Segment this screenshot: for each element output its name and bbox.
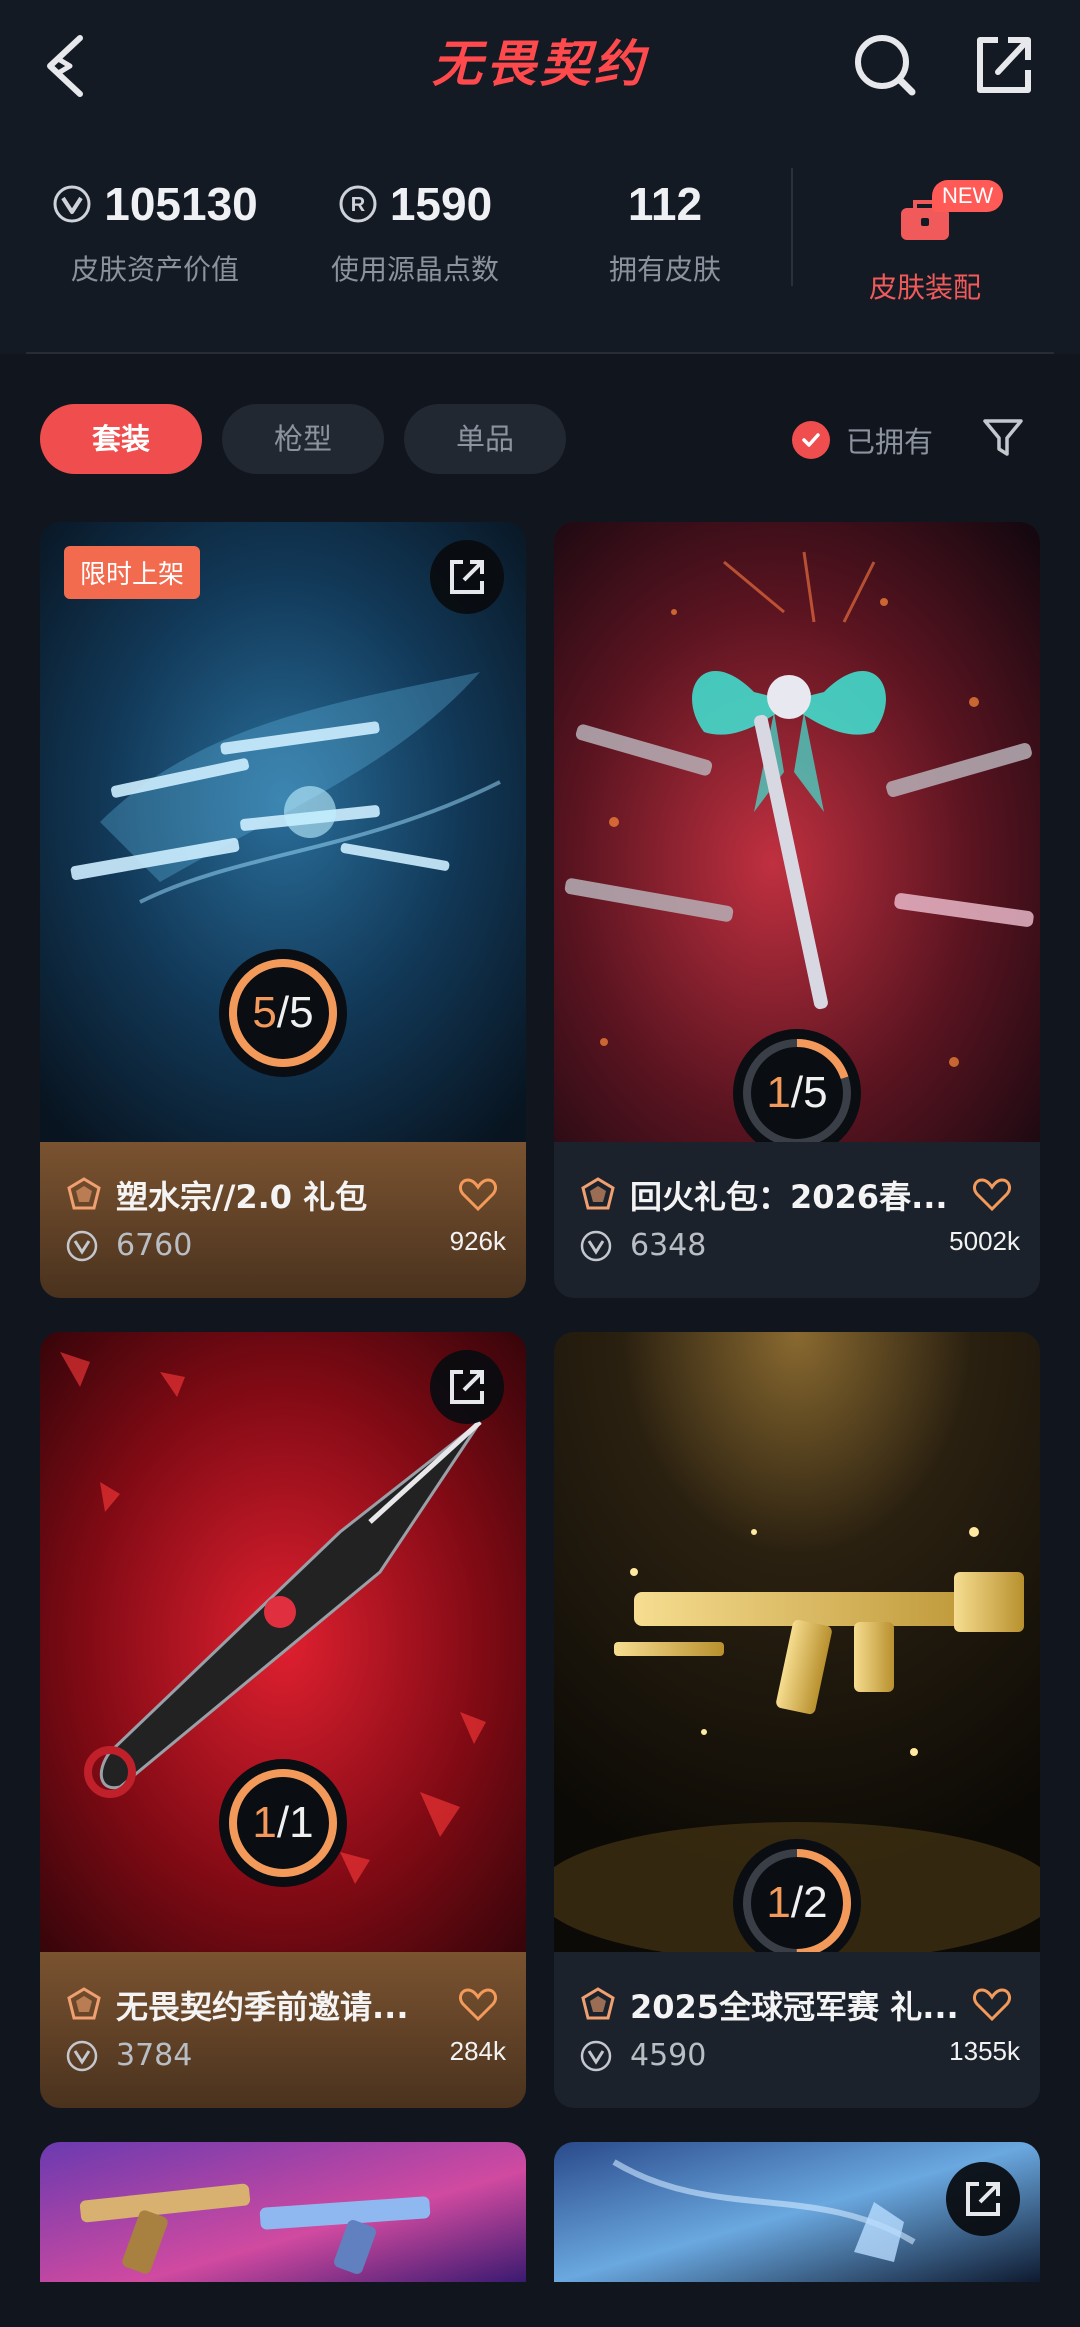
tier-badge-icon <box>581 1177 615 1210</box>
bundle-card[interactable] <box>554 2142 1040 2282</box>
top-bar: 无畏契约 <box>0 0 1080 132</box>
radianite-stat: R 1590 使用源晶点数 <box>300 172 530 288</box>
tier-badge-icon <box>67 1987 101 2020</box>
collection-progress-ring: 1/5 <box>729 1025 865 1161</box>
asset-value-label: 皮肤资产价值 <box>70 253 239 286</box>
bundle-artwork-image <box>40 2142 526 2282</box>
new-badge: NEW <box>932 180 1004 212</box>
bundle-card[interactable]: 1/2 2025全球冠军赛 礼... 4590 1355k <box>554 1332 1040 2108</box>
bundle-name: 回火礼包：2026春... <box>630 1178 948 1216</box>
stats-panel: 105130 皮肤资产价值 R 1590 使用源晶点数 112 拥有皮肤 NEW… <box>0 132 1080 354</box>
filter-funnel-icon[interactable] <box>980 414 1026 460</box>
tier-badge-icon <box>581 1987 615 2020</box>
back-arrow-icon[interactable] <box>36 30 100 102</box>
checkmark-icon <box>792 421 830 459</box>
card-info: 2025全球冠军赛 礼... 4590 1355k <box>554 1952 1040 2108</box>
valorant-point-icon <box>53 185 91 223</box>
bundle-price: 6760 <box>116 1228 193 1263</box>
owned-toggle[interactable]: 已拥有 <box>792 418 933 462</box>
bundle-card[interactable]: 限时上架 5/5 塑水宗//2.0 礼包 6760 926k <box>40 522 526 1298</box>
progress-count: 5/5 <box>252 988 314 1037</box>
card-info: 回火礼包：2026春... 6348 5002k <box>554 1142 1040 1298</box>
valorant-point-icon <box>580 2040 612 2072</box>
owned-label: 已拥有 <box>846 425 934 459</box>
asset-value-stat: 105130 皮肤资产价值 <box>40 172 270 288</box>
valorant-point-icon <box>66 2040 98 2072</box>
skin-equip-button[interactable]: NEW 皮肤装配 <box>830 166 1020 306</box>
bundle-card[interactable]: 1/5 回火礼包：2026春... 6348 5002k <box>554 522 1040 1298</box>
bundle-price: 3784 <box>116 2038 193 2073</box>
card-info: 塑水宗//2.0 礼包 6760 926k <box>40 1142 526 1298</box>
radianite-label: 使用源晶点数 <box>330 253 499 286</box>
collection-progress-ring: 1/2 <box>729 1835 865 1971</box>
progress-count: 1/5 <box>766 1068 828 1117</box>
collection-progress-ring: 1/1 <box>215 1755 351 1891</box>
heart-icon[interactable] <box>458 1986 498 2022</box>
owned-skins-label: 拥有皮肤 <box>608 253 721 286</box>
card-share-icon[interactable] <box>946 2162 1020 2236</box>
like-count: 284k <box>449 2036 506 2066</box>
like-count: 926k <box>449 1226 506 1256</box>
progress-count: 1/2 <box>766 1878 828 1927</box>
like-count: 1355k <box>949 2036 1020 2066</box>
search-icon[interactable] <box>850 30 920 100</box>
collection-progress-ring: 5/5 <box>215 945 351 1081</box>
tab-suits[interactable]: 套装 <box>40 404 202 474</box>
valorant-point-icon <box>580 1230 612 1262</box>
owned-skins-stat: 112 拥有皮肤 <box>560 172 770 288</box>
section-divider <box>26 352 1054 354</box>
tier-badge-icon <box>67 1177 101 1210</box>
asset-value: 105130 <box>104 178 258 230</box>
bundle-price: 6348 <box>630 1228 707 1263</box>
progress-count: 1/1 <box>252 1798 314 1847</box>
bundle-name: 无畏契约季前邀请... <box>116 1988 409 2026</box>
bundle-name: 2025全球冠军赛 礼... <box>630 1988 959 2026</box>
limited-time-badge: 限时上架 <box>64 546 201 599</box>
card-info: 无畏契约季前邀请... 3784 284k <box>40 1952 526 2108</box>
heart-icon[interactable] <box>458 1176 498 1212</box>
equip-label: 皮肤装配 <box>868 271 981 304</box>
bundle-card[interactable] <box>40 2142 526 2282</box>
radianite-value: 1590 <box>389 178 493 230</box>
card-share-icon[interactable] <box>430 1350 504 1424</box>
svg-text:R: R <box>351 194 366 216</box>
heart-icon[interactable] <box>972 1176 1012 1212</box>
heart-icon[interactable] <box>972 1986 1012 2022</box>
tab-gun-type[interactable]: 枪型 <box>222 404 384 474</box>
radianite-icon: R <box>339 185 377 223</box>
tab-single-item[interactable]: 单品 <box>404 404 566 474</box>
owned-skins-value: 112 <box>627 178 703 230</box>
bundle-price: 4590 <box>630 2038 707 2073</box>
bundle-card[interactable]: 1/1 无畏契约季前邀请... 3784 284k <box>40 1332 526 2108</box>
share-icon[interactable] <box>968 30 1038 100</box>
bundle-name: 塑水宗//2.0 礼包 <box>116 1178 368 1216</box>
valorant-point-icon <box>66 1230 98 1262</box>
card-share-icon[interactable] <box>430 540 504 614</box>
like-count: 5002k <box>949 1226 1020 1256</box>
stats-divider <box>791 168 793 286</box>
app-logo-title: 无畏契约 <box>432 34 648 93</box>
